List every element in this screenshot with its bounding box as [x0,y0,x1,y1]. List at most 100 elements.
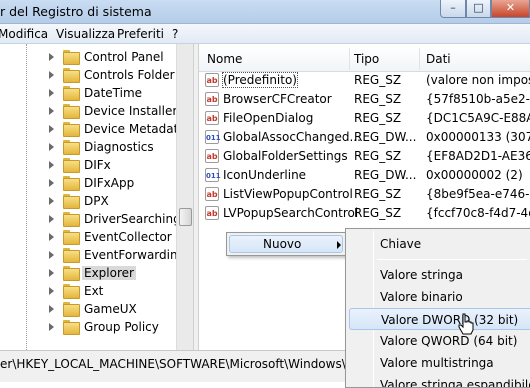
column-header-type[interactable]: Tipo [354,52,379,66]
menu-separator [377,259,527,260]
value-data: (valore non impostato) [426,73,530,87]
menu-item-nuovo[interactable]: Nuovo [229,235,343,253]
menu-visualizza[interactable]: Visualizza [56,27,115,41]
expand-arrow-icon[interactable] [48,323,56,331]
table-row[interactable]: ab (Predefinito) REG_SZ (valore non impo… [199,71,530,90]
expand-arrow-icon[interactable] [48,197,56,205]
table-row[interactable]: ab FileOpenDialog REG_SZ {DC1C5A9C-E88A-… [199,109,530,128]
expand-arrow-icon[interactable] [48,305,56,313]
column-header-name[interactable]: Nome [207,52,242,66]
tree-item-label: Control Panel [84,50,164,64]
tree-item-label: Controls Folder [84,68,175,82]
context-menu: Nuovo [226,232,346,256]
tree-item[interactable]: Controls Folder [48,66,188,84]
expand-arrow-icon[interactable] [48,287,56,295]
expand-arrow-icon[interactable] [48,233,56,241]
tree-item-selected[interactable]: Explorer [48,264,188,282]
menu-modifica[interactable]: Modifica [0,27,48,41]
tree-item[interactable]: GameUX [48,300,188,318]
menu-preferiti[interactable]: Preferiti [117,27,164,41]
folder-icon [63,194,80,209]
column-divider[interactable] [419,48,420,70]
tree-item[interactable]: EventCollector [48,228,188,246]
tree-item-label: DIFx [84,158,111,172]
tree-item[interactable]: DIFxApp [48,174,188,192]
value-name: FileOpenDialog [223,111,314,125]
folder-icon [63,230,80,245]
table-row[interactable]: ab LVPopupSearchControl REG_SZ {fccf70c8… [199,204,530,223]
expand-arrow-icon[interactable] [48,89,56,97]
tree-item-label: DateTime [84,86,143,100]
tree-item[interactable]: Group Policy [48,318,188,336]
minimize-button[interactable]: – [440,0,466,18]
tree-item-label: EventForwarding [84,248,186,262]
string-value-icon: ab [205,206,219,220]
expand-arrow-icon[interactable] [48,71,56,79]
tree-item[interactable]: Control Panel [48,48,188,66]
tree-item[interactable]: Ext [48,282,188,300]
tree-item-label: Device Installer [84,104,178,118]
folder-icon [63,212,80,227]
value-data: {57f8510b-a5e2-41d [426,92,530,106]
value-type: REG_SZ [354,111,402,125]
expand-arrow-icon[interactable] [48,269,56,277]
new-submenu: Chiave Valore stringa Valore binario Val… [345,228,530,388]
expand-arrow-icon[interactable] [48,143,56,151]
folder-icon [63,140,80,155]
folder-icon [63,248,80,263]
folder-icon [63,50,80,65]
expand-arrow-icon[interactable] [48,161,56,169]
table-row[interactable]: ab BrowserCFCreator REG_SZ {57f8510b-a5e… [199,90,530,109]
string-value-icon: ab [205,73,219,87]
tree-item-label: EventCollector [84,230,172,244]
expand-arrow-icon[interactable] [48,107,56,115]
menu-item-valore-binario[interactable]: Valore binario [349,286,530,308]
expand-arrow-icon[interactable] [48,179,56,187]
tree-item[interactable]: DPX [48,192,188,210]
tree-item[interactable]: DriverSearching [48,210,188,228]
menu-item-valore-stringa-espandibile[interactable]: Valore stringa espandibile [349,374,530,387]
folder-icon [63,86,80,101]
table-row[interactable]: ab ListViewPopupControl REG_SZ {8be9f5ea… [199,185,530,204]
column-divider[interactable] [349,48,350,70]
tree-item[interactable]: DIFx [48,156,188,174]
scrollbar-thumb[interactable] [179,208,192,226]
menu-item-valore-dword[interactable]: Valore DWORD (32 bit) [349,308,530,330]
table-row[interactable]: 011 IconUnderline REG_DW... 0x00000002 (… [199,166,530,185]
expand-arrow-icon[interactable] [48,125,56,133]
tree-item[interactable]: DateTime [48,84,188,102]
menu-item-label: Nuovo [263,237,302,251]
value-data: {EF8AD2D1-AE36-11 [426,149,530,163]
expand-arrow-icon[interactable] [48,53,56,61]
dword-value-icon: 011 [205,168,221,182]
tree-item-label: Ext [84,284,104,298]
menu-help[interactable]: ? [172,27,178,41]
value-type: REG_SZ [354,187,402,201]
expand-arrow-icon[interactable] [48,215,56,223]
string-value-icon: ab [205,187,219,201]
column-header-data[interactable]: Dati [426,52,451,66]
expand-arrow-icon[interactable] [48,251,56,259]
tree-item[interactable]: EventForwarding [48,246,188,264]
folder-icon [63,320,80,335]
tree-scrollbar[interactable] [176,44,193,350]
menu-item-valore-qword[interactable]: Valore QWORD (64 bit) [349,330,530,352]
menu-item-chiave[interactable]: Chiave [349,233,530,255]
menu-item-valore-stringa[interactable]: Valore stringa [349,264,530,286]
table-row[interactable]: 011 GlobalAssocChanged... REG_DW... 0x00… [199,128,530,147]
tree-item[interactable]: Device Installer [48,102,188,120]
table-row[interactable]: ab GlobalFolderSettings REG_SZ {EF8AD2D1… [199,147,530,166]
value-name: IconUnderline [223,168,307,182]
folder-icon [63,176,80,191]
value-type: REG_SZ [354,92,402,106]
menu-item-label: Valore QWORD (64 bit) [380,334,518,348]
close-button[interactable]: ✕ [491,0,530,18]
value-name: LVPopupSearchControl [223,206,359,220]
maximize-button[interactable]: □ [466,0,491,18]
folder-icon [63,158,80,173]
tree-item[interactable]: Device Metadata [48,120,188,138]
menu-item-valore-multistringa[interactable]: Valore multistringa [349,352,530,374]
tree-item[interactable]: Diagnostics [48,138,188,156]
menu-item-label: Valore stringa [380,268,463,282]
value-name: BrowserCFCreator [223,92,332,106]
